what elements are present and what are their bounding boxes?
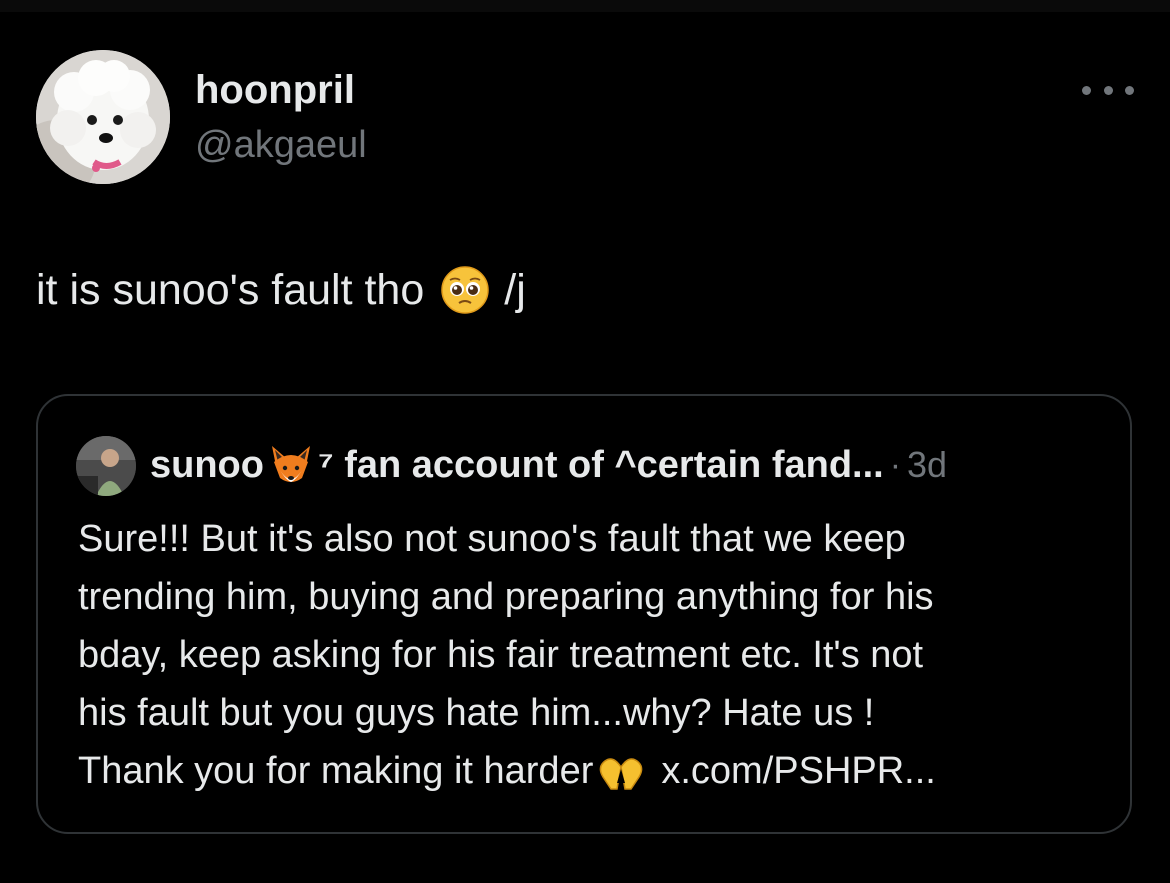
- tweet-text-main: it is sunoo's fault tho: [36, 266, 425, 314]
- quoted-name-suffix[interactable]: ⁷ fan account of ^certain fand...: [318, 444, 884, 487]
- quoted-text-line: bday, keep asking for his fair treatment…: [78, 634, 924, 676]
- tweet: hoonpril @akgaeul it is sunoo's fault th…: [0, 0, 1170, 883]
- quoted-text: Sure!!! But it's also not sunoo's fault …: [78, 510, 1108, 800]
- quoted-timestamp[interactable]: 3d: [907, 444, 947, 486]
- quoted-text-last-line: Thank you for making it harder x.com/PSH…: [78, 742, 1108, 800]
- more-dot: [1103, 85, 1113, 95]
- user-handle[interactable]: @akgaeul: [195, 122, 367, 168]
- quoted-header: sunoo ⁷ fan account of ^certain fand... …: [150, 438, 947, 492]
- pleading-face-icon: [441, 266, 490, 314]
- quoted-avatar[interactable]: [76, 436, 136, 496]
- tweet-text: it is sunoo's fault tho /j: [36, 262, 526, 318]
- quoted-text-line: his fault but you guys hate him...why? H…: [78, 692, 875, 734]
- top-edge-bar: [0, 0, 1170, 12]
- quoted-tweet-card[interactable]: sunoo ⁷ fan account of ^certain fand... …: [36, 394, 1132, 834]
- quoted-text-line: trending him, buying and preparing anyth…: [78, 576, 934, 618]
- more-dot: [1125, 85, 1134, 95]
- quoted-link[interactable]: x.com/PSHPR...: [661, 750, 936, 792]
- quoted-text-last: Thank you for making it harder: [78, 750, 594, 792]
- display-name[interactable]: hoonpril: [195, 66, 355, 114]
- person-avatar-icon: [76, 436, 136, 496]
- quoted-display-name[interactable]: sunoo: [150, 444, 264, 487]
- dog-avatar-icon: [36, 50, 170, 184]
- more-options-icon[interactable]: [1082, 76, 1134, 104]
- avatar[interactable]: [36, 50, 170, 184]
- quoted-text-line: Sure!!! But it's also not sunoo's fault …: [78, 518, 906, 560]
- more-dot: [1082, 85, 1091, 95]
- heart-hands-icon: [600, 758, 643, 790]
- fox-face-icon: [271, 446, 310, 482]
- separator-dot: ·: [889, 445, 902, 484]
- tweet-text-suffix: /j: [504, 266, 526, 314]
